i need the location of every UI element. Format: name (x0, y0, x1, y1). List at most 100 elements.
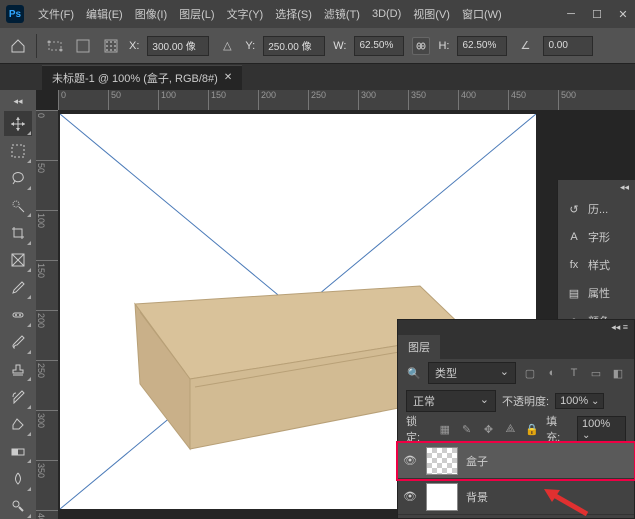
layers-tab[interactable]: 图层 (398, 335, 440, 359)
tab-close-icon[interactable]: ✕ (224, 72, 232, 83)
transform-icon[interactable] (45, 36, 65, 56)
menu-select[interactable]: 选择(S) (269, 6, 318, 22)
menu-edit[interactable]: 编辑(E) (80, 6, 129, 22)
ruler-tick: 0 (58, 90, 108, 110)
ruler-tick: 400 (36, 510, 58, 519)
ruler-tick: 200 (36, 310, 58, 360)
heal-tool[interactable] (4, 302, 32, 327)
dodge-tool[interactable] (4, 494, 32, 519)
lasso-tool[interactable] (4, 166, 32, 191)
panel-label: 历... (588, 201, 608, 217)
w-label: W: (333, 40, 346, 52)
eyedropper-tool[interactable] (4, 275, 32, 300)
opacity-input[interactable]: 100% ⌄ (555, 393, 604, 409)
panel-history[interactable]: ↺历... (558, 195, 635, 223)
ruler-tick: 100 (158, 90, 208, 110)
panel-glyph[interactable]: A字形 (558, 223, 635, 251)
filter-shape-icon[interactable]: ▭ (588, 365, 604, 381)
ruler-tick: 0 (36, 110, 58, 160)
angle-icon: ∠ (515, 36, 535, 56)
ruler-tick: 200 (258, 90, 308, 110)
collapse-icon[interactable]: ◂◂ (11, 94, 24, 109)
menu-image[interactable]: 图像(I) (129, 6, 173, 22)
app-logo-icon: Ps (6, 5, 24, 23)
brush-tool[interactable] (4, 330, 32, 355)
menu-type[interactable]: 文字(Y) (221, 6, 270, 22)
ruler-tick: 300 (358, 90, 408, 110)
lock-all-icon[interactable]: 🔒 (524, 421, 540, 437)
maximize-icon[interactable]: ☐ (591, 8, 603, 20)
blend-mode-select[interactable]: 正常⌄ (406, 390, 496, 412)
ruler-tick: 50 (108, 90, 158, 110)
frame-tool[interactable] (4, 248, 32, 273)
grid-icon[interactable] (101, 36, 121, 56)
menu-window[interactable]: 窗口(W) (456, 6, 508, 22)
opacity-label: 不透明度: (502, 393, 549, 409)
ruler-tick: 450 (508, 90, 558, 110)
layer-thumbnail[interactable] (426, 447, 458, 475)
blur-tool[interactable] (4, 466, 32, 491)
crop-tool[interactable] (4, 220, 32, 245)
panel-collapse-icon[interactable]: ◂◂ ≡ (398, 320, 634, 335)
filter-text-icon[interactable]: T (566, 365, 582, 381)
menu-3d[interactable]: 3D(D) (366, 8, 407, 20)
visibility-icon[interactable]: 👁 (402, 489, 418, 505)
w-input[interactable] (354, 36, 404, 56)
ruler-tick: 350 (408, 90, 458, 110)
close-icon[interactable]: ✕ (617, 8, 629, 20)
gradient-tool[interactable] (4, 439, 32, 464)
collapse-icon[interactable]: ◂◂ (558, 180, 635, 195)
layer-name: 背景 (466, 489, 488, 505)
stamp-tool[interactable] (4, 357, 32, 382)
options-bar: X: △ Y: W: H: ∠ (0, 28, 635, 64)
move-tool[interactable] (4, 111, 32, 136)
lock-brush-icon[interactable]: ✎ (459, 421, 475, 437)
angle-input[interactable] (543, 36, 593, 56)
panel-label: 属性 (588, 285, 610, 301)
x-input[interactable] (147, 36, 209, 56)
history-brush-tool[interactable] (4, 384, 32, 409)
menu-view[interactable]: 视图(V) (407, 6, 456, 22)
title-bar: Ps 文件(F) 编辑(E) 图像(I) 图层(L) 文字(Y) 选择(S) 滤… (0, 0, 635, 28)
visibility-icon[interactable]: 👁 (402, 453, 418, 469)
menu-file[interactable]: 文件(F) (32, 6, 80, 22)
menu-layer[interactable]: 图层(L) (173, 6, 220, 22)
minimize-icon[interactable]: ─ (565, 8, 577, 20)
eraser-tool[interactable] (4, 412, 32, 437)
fx-icon: fx (566, 257, 582, 273)
menu-filter[interactable]: 滤镜(T) (318, 6, 366, 22)
ruler-vertical: 050100150200250300350400 (36, 110, 58, 519)
layer-thumbnail[interactable] (426, 483, 458, 511)
filter-smart-icon[interactable]: ◧ (610, 365, 626, 381)
ruler-tick: 300 (36, 410, 58, 460)
filter-img-icon[interactable]: ▢ (522, 365, 538, 381)
h-input[interactable] (457, 36, 507, 56)
panel-fx[interactable]: fx样式 (558, 251, 635, 279)
panel-prop[interactable]: ▤属性 (558, 279, 635, 307)
quick-select-tool[interactable] (4, 193, 32, 218)
ruler-tick: 150 (208, 90, 258, 110)
ruler-tick: 250 (308, 90, 358, 110)
lock-pixels-icon[interactable]: ▦ (437, 421, 453, 437)
delta-icon[interactable]: △ (217, 36, 237, 56)
marquee-tool[interactable] (4, 138, 32, 163)
ruler-tick: 250 (36, 360, 58, 410)
panel-label: 字形 (588, 229, 610, 245)
filter-type-select[interactable]: 类型⌄ (428, 362, 516, 384)
lock-label: 锁定: (406, 413, 431, 445)
lock-move-icon[interactable]: ✥ (481, 421, 497, 437)
filter-adj-icon[interactable]: ◐ (544, 365, 560, 381)
toolbar: ◂◂ (0, 90, 36, 519)
layer-item[interactable]: 👁 背景 (398, 479, 634, 515)
y-input[interactable] (263, 36, 325, 56)
layer-name: 盒子 (466, 453, 488, 469)
link-icon[interactable] (412, 37, 430, 55)
ref-point-icon[interactable] (73, 36, 93, 56)
ruler-horizontal: 050100150200250300350400450500 (58, 90, 635, 110)
layer-item[interactable]: 👁 盒子 (398, 443, 634, 479)
search-icon[interactable]: 🔍 (406, 365, 422, 381)
home-icon[interactable] (8, 36, 28, 56)
lock-artboard-icon[interactable]: ⟁ (502, 421, 518, 437)
fill-input[interactable]: 100% ⌄ (577, 416, 626, 443)
document-tab[interactable]: 未标题-1 @ 100% (盒子, RGB/8#) ✕ (42, 65, 242, 90)
